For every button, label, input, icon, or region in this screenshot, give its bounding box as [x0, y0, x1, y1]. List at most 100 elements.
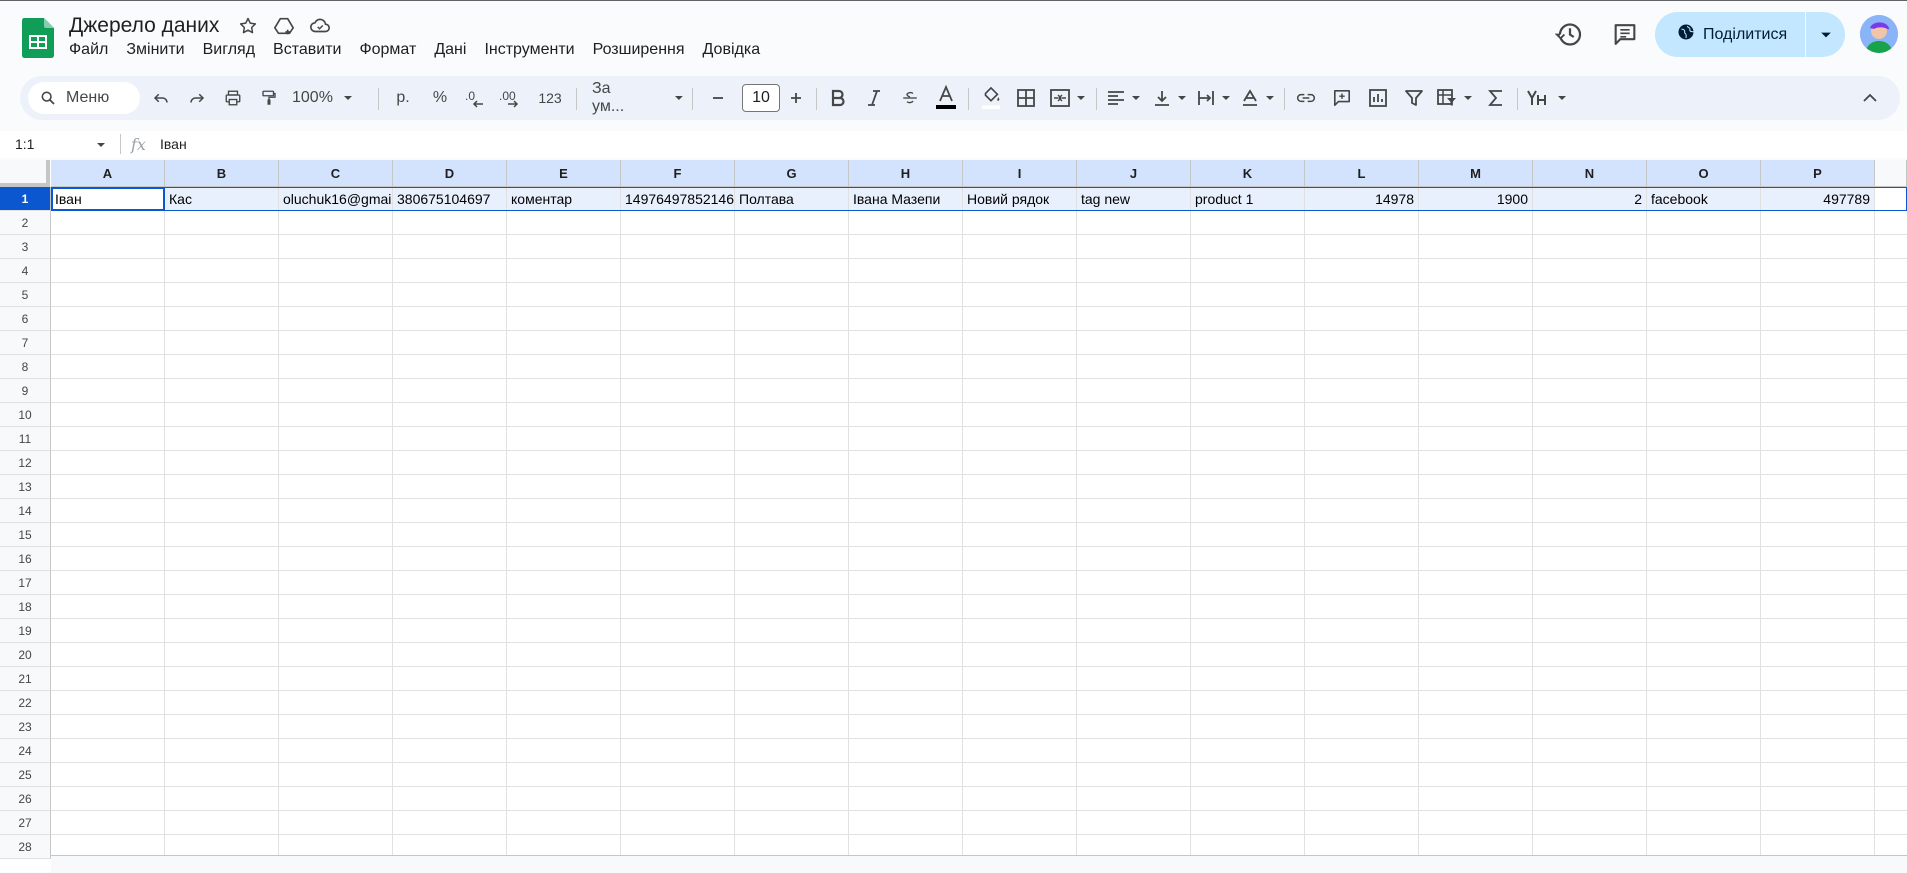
- row-header-16[interactable]: 16: [0, 547, 51, 571]
- horizontal-align-icon[interactable]: [1104, 76, 1144, 120]
- cell-O1[interactable]: facebook: [1647, 187, 1760, 211]
- row-header-28[interactable]: 28: [0, 835, 51, 859]
- column-header-N[interactable]: N: [1533, 160, 1647, 187]
- column-header-K[interactable]: K: [1191, 160, 1305, 187]
- row-header-17[interactable]: 17: [0, 571, 51, 595]
- input-tools-icon[interactable]: [1525, 76, 1569, 120]
- formula-input[interactable]: Іван: [160, 136, 187, 152]
- increase-font-size-icon[interactable]: [782, 76, 810, 120]
- column-header-A[interactable]: A: [51, 160, 165, 187]
- cell-D1[interactable]: 380675104697: [393, 187, 506, 211]
- cell-G1[interactable]: Полтава: [735, 187, 848, 211]
- more-formats-button[interactable]: 123: [532, 76, 568, 120]
- share-dropdown-button[interactable]: [1806, 12, 1845, 57]
- filter-icon[interactable]: [1400, 76, 1428, 120]
- menu-view[interactable]: Вигляд: [203, 41, 255, 59]
- row-header-19[interactable]: 19: [0, 619, 51, 643]
- cell-N1[interactable]: 2: [1533, 187, 1646, 211]
- cell-P1[interactable]: 497789: [1761, 187, 1874, 211]
- row-header-4[interactable]: 4: [0, 259, 51, 283]
- row-header-6[interactable]: 6: [0, 307, 51, 331]
- cell-B1[interactable]: Кас: [165, 187, 278, 211]
- collapse-menus-icon[interactable]: [1856, 76, 1884, 120]
- paint-format-icon[interactable]: [255, 76, 283, 120]
- text-wrapping-icon[interactable]: [1194, 76, 1234, 120]
- row-header-15[interactable]: 15: [0, 523, 51, 547]
- column-header-P[interactable]: P: [1761, 160, 1875, 187]
- row-header-21[interactable]: 21: [0, 667, 51, 691]
- column-header-L[interactable]: L: [1305, 160, 1419, 187]
- strikethrough-icon[interactable]: [896, 76, 924, 120]
- sheets-logo-icon[interactable]: [22, 18, 54, 58]
- filter-views-icon[interactable]: [1434, 76, 1476, 120]
- bold-icon[interactable]: [824, 76, 852, 120]
- row-header-2[interactable]: 2: [0, 211, 51, 235]
- comments-icon[interactable]: [1611, 12, 1639, 62]
- horizontal-scrollbar[interactable]: [51, 855, 1907, 873]
- zoom-select[interactable]: 100%: [292, 76, 364, 120]
- fill-color-icon[interactable]: [976, 76, 1006, 120]
- font-size-input[interactable]: 10: [742, 84, 780, 112]
- column-header-F[interactable]: F: [621, 160, 735, 187]
- italic-icon[interactable]: [860, 76, 888, 120]
- functions-icon[interactable]: [1482, 76, 1510, 120]
- row-header-22[interactable]: 22: [0, 691, 51, 715]
- cell-K1[interactable]: product 1: [1191, 187, 1304, 211]
- row-header-1[interactable]: 1: [0, 187, 51, 211]
- menu-insert[interactable]: Вставити: [273, 41, 341, 59]
- column-header-M[interactable]: M: [1419, 160, 1533, 187]
- account-avatar[interactable]: [1860, 15, 1898, 53]
- row-header-3[interactable]: 3: [0, 235, 51, 259]
- row-header-5[interactable]: 5: [0, 283, 51, 307]
- column-header-G[interactable]: G: [735, 160, 849, 187]
- column-header-E[interactable]: E: [507, 160, 621, 187]
- column-header-C[interactable]: C: [279, 160, 393, 187]
- row-header-27[interactable]: 27: [0, 811, 51, 835]
- version-history-icon[interactable]: [1554, 12, 1585, 62]
- row-header-18[interactable]: 18: [0, 595, 51, 619]
- merge-cells-icon[interactable]: [1046, 76, 1090, 120]
- column-header-H[interactable]: H: [849, 160, 963, 187]
- cell-L1[interactable]: 14978: [1305, 187, 1418, 211]
- column-header-O[interactable]: O: [1647, 160, 1761, 187]
- row-header-11[interactable]: 11: [0, 427, 51, 451]
- column-header-I[interactable]: I: [963, 160, 1077, 187]
- insert-link-icon[interactable]: [1292, 76, 1320, 120]
- insert-comment-icon[interactable]: [1328, 76, 1356, 120]
- cell-E1[interactable]: коментар: [507, 187, 620, 211]
- menu-extensions[interactable]: Розширення: [593, 41, 685, 59]
- row-header-24[interactable]: 24: [0, 739, 51, 763]
- menu-search-box[interactable]: Меню: [28, 82, 140, 114]
- increase-decimal-icon[interactable]: .00: [495, 76, 527, 120]
- cell-H1[interactable]: Івана Мазепи: [849, 187, 962, 211]
- row-header-12[interactable]: 12: [0, 451, 51, 475]
- name-box-dropdown-icon[interactable]: [96, 140, 106, 150]
- column-header-D[interactable]: D: [393, 160, 507, 187]
- star-icon[interactable]: [237, 15, 259, 37]
- menu-edit[interactable]: Змінити: [126, 41, 184, 59]
- decrease-font-size-icon[interactable]: [704, 76, 732, 120]
- row-header-25[interactable]: 25: [0, 763, 51, 787]
- column-header-J[interactable]: J: [1077, 160, 1191, 187]
- cell-I1[interactable]: Новий рядок: [963, 187, 1076, 211]
- cell-J1[interactable]: tag new: [1077, 187, 1190, 211]
- row-header-20[interactable]: 20: [0, 643, 51, 667]
- undo-icon[interactable]: [147, 76, 175, 120]
- text-rotation-icon[interactable]: [1238, 76, 1278, 120]
- row-header-23[interactable]: 23: [0, 715, 51, 739]
- row-header-9[interactable]: 9: [0, 379, 51, 403]
- menu-file[interactable]: Файл: [69, 41, 108, 59]
- row-header-14[interactable]: 14: [0, 499, 51, 523]
- font-family-select[interactable]: За ум...: [584, 76, 684, 120]
- row-header-13[interactable]: 13: [0, 475, 51, 499]
- decrease-decimal-icon[interactable]: .0: [460, 76, 490, 120]
- select-all-corner[interactable]: [0, 160, 50, 187]
- redo-icon[interactable]: [183, 76, 211, 120]
- format-currency-button[interactable]: р.: [387, 76, 419, 120]
- cell-F1[interactable]: 14976497852146: [621, 187, 734, 211]
- move-to-drive-icon[interactable]: [273, 15, 295, 37]
- share-button[interactable]: Поділитися: [1655, 12, 1805, 57]
- spreadsheet-grid[interactable]: ABCDEFGHIJKLMNOP 1 2 3 4 5 6 7 8 9 10 11 12 13 14 15 16…: [0, 160, 1907, 872]
- row-header-7[interactable]: 7: [0, 331, 51, 355]
- row-header-10[interactable]: 10: [0, 403, 51, 427]
